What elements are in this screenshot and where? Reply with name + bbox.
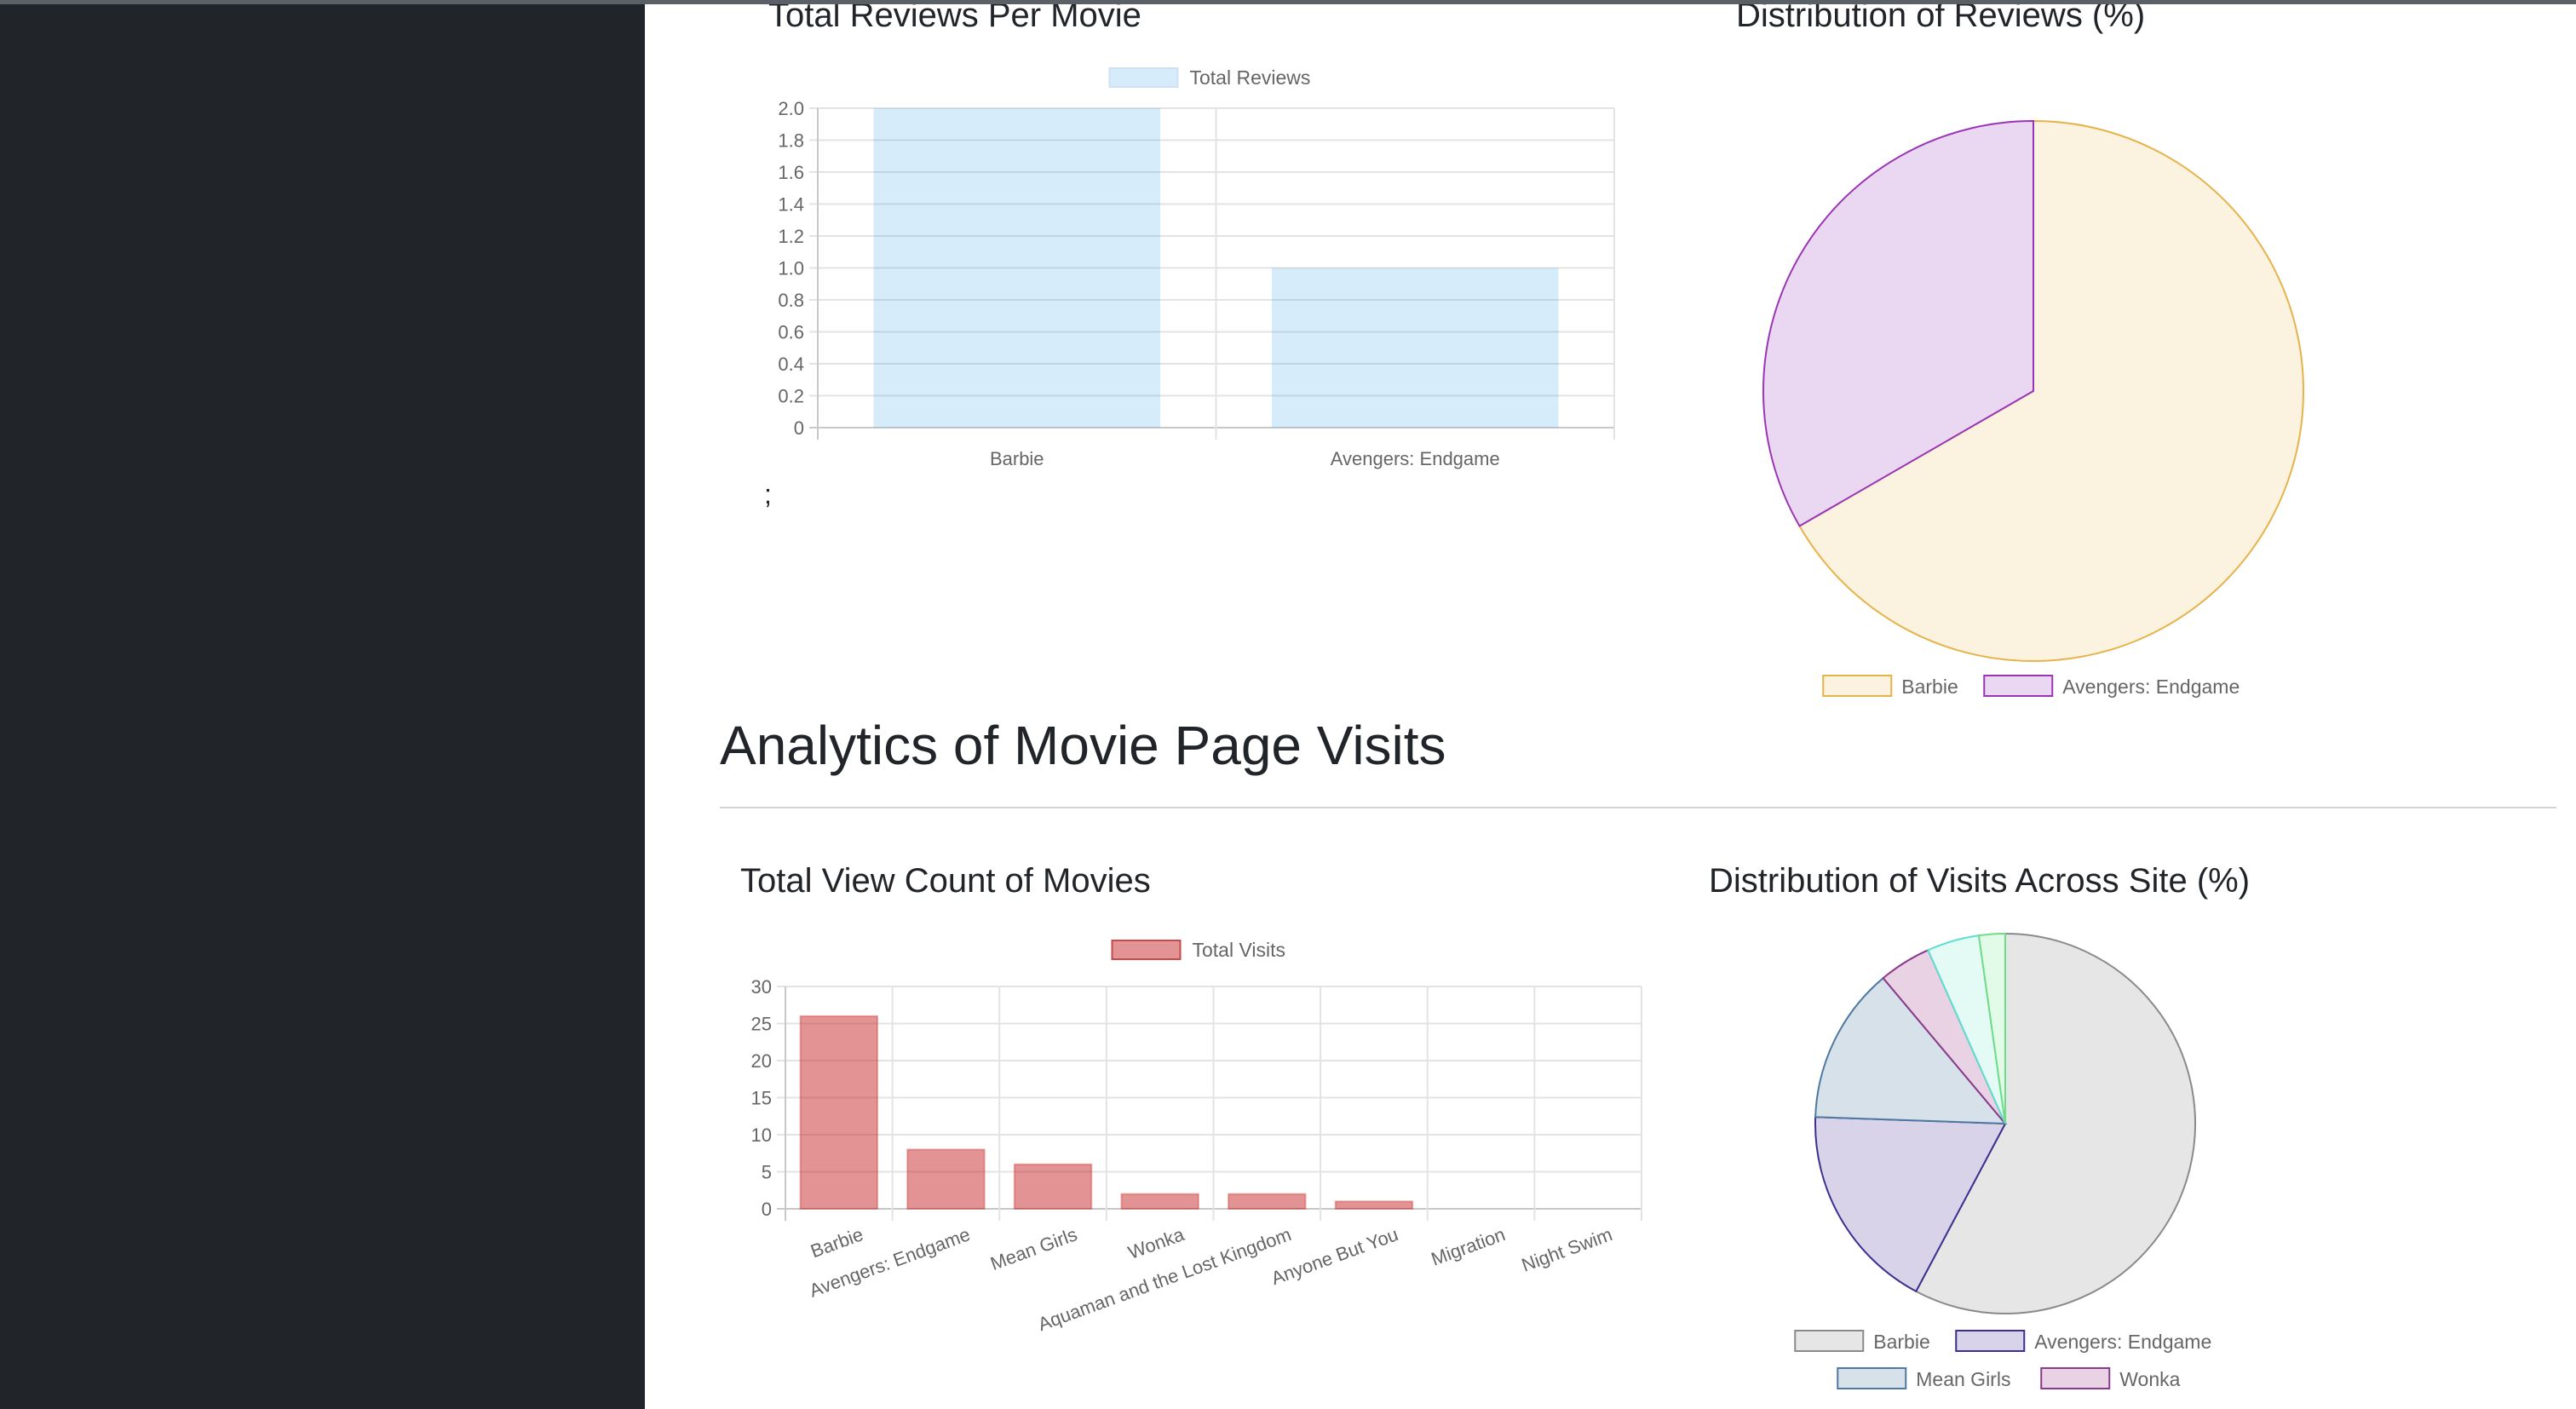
bar-aquaman-and-the-lost-kingdom: [1228, 1193, 1307, 1211]
y-tick-label: 0: [762, 1199, 772, 1220]
legend-label-mean-girls: Mean Girls: [1916, 1368, 2010, 1390]
bar-barbie: [799, 1015, 879, 1210]
x-tick-label: Mean Girls: [987, 1223, 1079, 1274]
y-tick-label: 15: [751, 1088, 772, 1109]
bar-wonka: [1120, 1193, 1199, 1211]
legend-swatch: [1111, 940, 1182, 960]
reviews-bar-chart: Total Reviews 0 0.2 0.4 0.6 0.8 1.0 1.2 1.4 1.6 1.…: [778, 66, 1615, 469]
y-tick-label: 0.8: [778, 290, 804, 311]
y-tick-label: 1.4: [778, 194, 804, 216]
legend-label-barbie: Barbie: [1873, 1331, 1929, 1353]
sidebar: [0, 0, 645, 1409]
bar-avengers-endgame: [1271, 267, 1559, 428]
x-tick-label: Wonka: [1125, 1223, 1187, 1263]
legend-swatch-barbie: [1822, 675, 1893, 697]
x-tick-label: Barbie: [808, 1223, 865, 1262]
y-tick-label: 20: [751, 1050, 772, 1072]
window-top-border: [0, 0, 2576, 4]
y-tick-label: 25: [751, 1014, 772, 1035]
visits-bar-title: Total View Count of Movies: [740, 862, 1151, 900]
bar-barbie: [873, 108, 1161, 428]
legend-label-wonka: Wonka: [2119, 1368, 2180, 1390]
legend-label-avengers-endgame: Avengers: Endgame: [2034, 1331, 2211, 1353]
visits-section-heading: Analytics of Movie Page Visits: [720, 715, 1446, 776]
legend-swatch-barbie: [1794, 1330, 1865, 1352]
x-tick-label: Avengers: Endgame: [1331, 448, 1500, 469]
bar-avengers-endgame: [906, 1148, 986, 1210]
main-content: Total Reviews Per Movie Total Reviews 0 0.…: [645, 0, 2576, 1409]
bar-mean-girls: [1013, 1163, 1093, 1210]
y-tick-label: 0.4: [778, 354, 804, 375]
legend-label-barbie: Barbie: [1901, 676, 1958, 698]
chart-legend: Total Visits: [1111, 939, 1286, 961]
reviews-pie-title: Distribution of Reviews (%): [1736, 0, 2146, 34]
bar-anyone-but-you: [1334, 1200, 1414, 1210]
y-tick-label: 30: [751, 976, 772, 998]
y-tick-label: 1.2: [778, 226, 804, 247]
y-tick-label: 1.6: [778, 162, 804, 183]
legend-label-avengers-endgame: Avengers: Endgame: [2062, 676, 2240, 698]
y-tick-label: 1.0: [778, 258, 804, 279]
x-tick-label: Barbie: [990, 448, 1044, 469]
y-tick-label: 10: [751, 1124, 772, 1146]
y-tick-label: 5: [762, 1162, 772, 1183]
legend-swatch-avengers-endgame: [1955, 1330, 2026, 1352]
visits-pie-title: Distribution of Visits Across Site (%): [1709, 862, 2251, 900]
y-tick-label: 2.0: [778, 98, 804, 119]
y-tick-label: 0.2: [778, 386, 804, 407]
visits-bar-chart: Total Visits051015202530BarbieAvengers: …: [751, 939, 1642, 1335]
x-tick-label: Night Swim: [1519, 1223, 1615, 1276]
legend-swatch-mean-girls: [1837, 1367, 1907, 1389]
legend-swatch: [1108, 67, 1179, 88]
visits-pie-chart: Barbie Avengers: Endgame Mean Girls Wonka: [1794, 932, 2211, 1390]
legend-swatch-wonka: [2040, 1367, 2111, 1389]
reviews-bar-title: Total Reviews Per Movie: [768, 0, 1141, 34]
y-tick-label: 0.6: [778, 322, 804, 343]
y-tick-label: 0: [794, 417, 804, 439]
section-divider: [720, 807, 2556, 808]
stray-semicolon: ;: [764, 479, 772, 509]
legend-swatch-avengers-endgame: [1983, 675, 2054, 697]
legend-label: Total Visits: [1193, 939, 1286, 961]
x-tick-label: Migration: [1429, 1223, 1509, 1269]
chart-legend: Total Reviews: [1108, 66, 1311, 89]
legend-label: Total Reviews: [1190, 66, 1311, 89]
y-tick-label: 1.8: [778, 130, 804, 152]
reviews-pie-chart: Barbie Avengers: Endgame: [1762, 119, 2304, 698]
